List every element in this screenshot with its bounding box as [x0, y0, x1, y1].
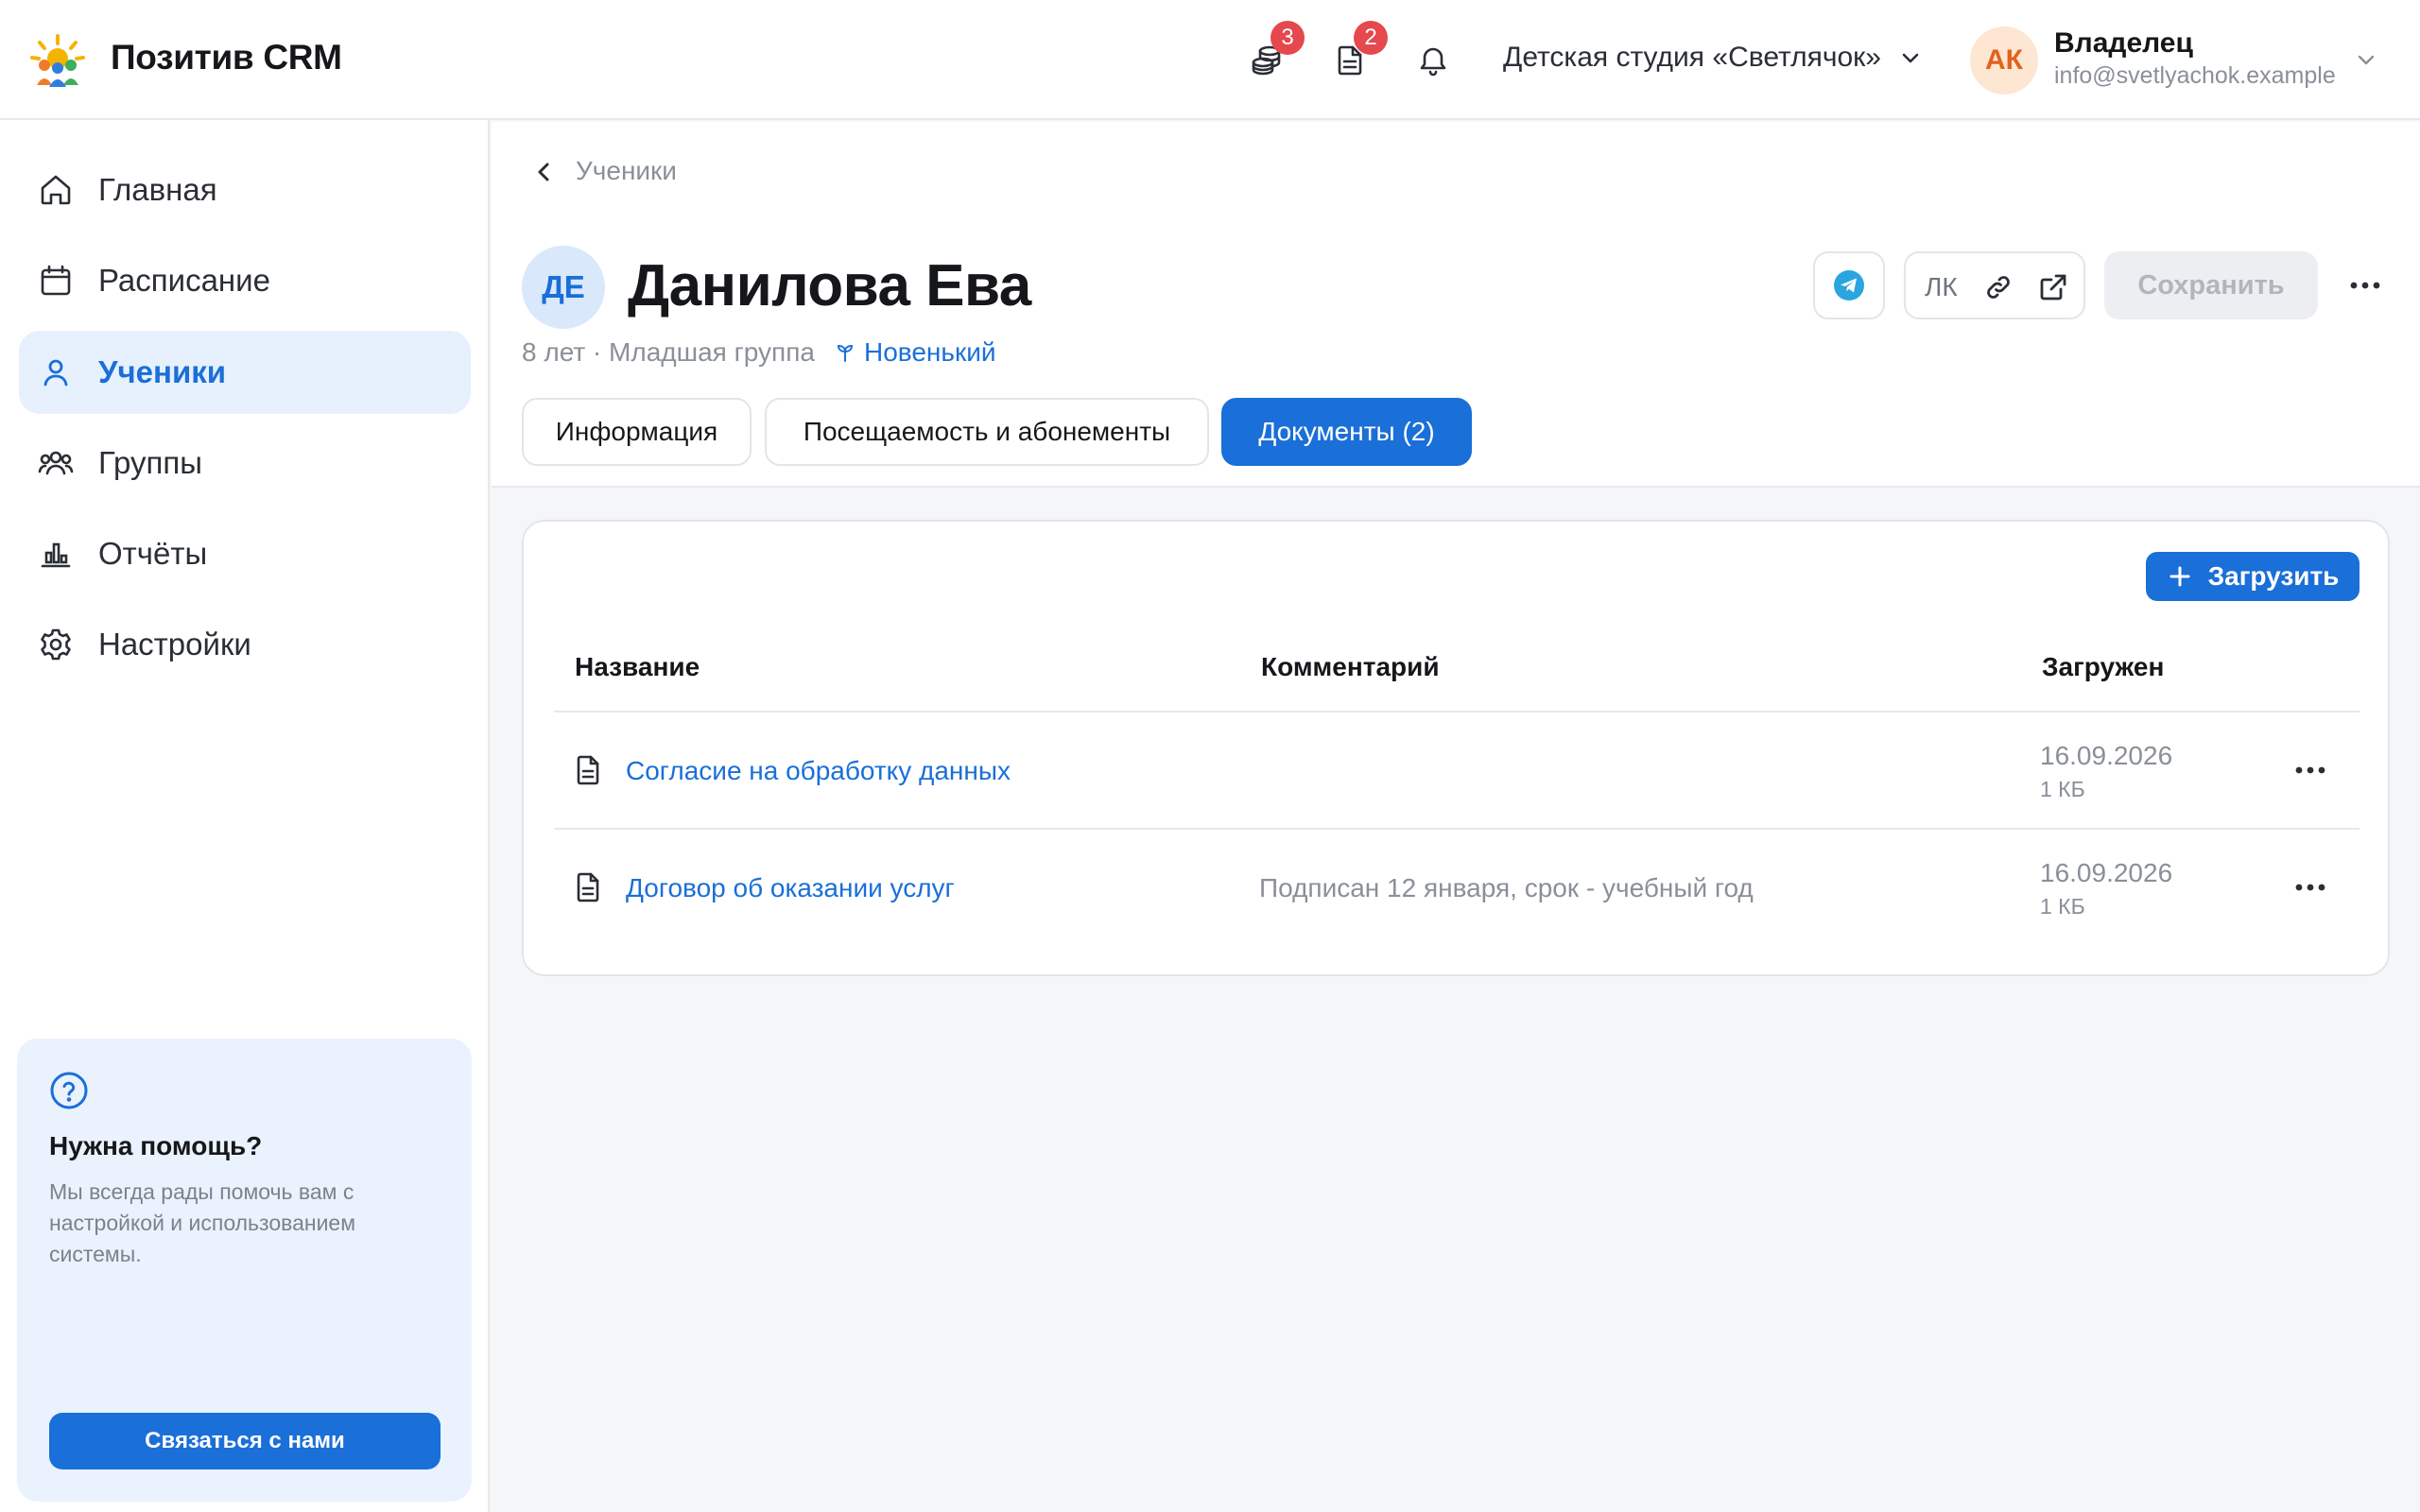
status-badge: Новенький	[836, 337, 996, 368]
user-menu-chevron-icon[interactable]	[2354, 47, 2378, 72]
sidebar-item-label: Главная	[98, 172, 217, 207]
link-icon[interactable]	[1983, 272, 2014, 302]
payments-badge: 3	[1270, 21, 1305, 55]
student-avatar: ДЕ	[522, 246, 605, 329]
breadcrumb[interactable]: Ученики	[576, 156, 677, 186]
student-name: Данилова Ева	[628, 253, 1031, 318]
student-age-group: 8 лет · Младшая группа	[522, 337, 815, 367]
notifications-button[interactable]	[1412, 40, 1454, 81]
user-email: info@svetlyachok.example	[2054, 62, 2336, 89]
document-date: 16.09.2026	[2040, 741, 2173, 770]
sidebar-item-label: Расписание	[98, 263, 270, 298]
column-header-uploaded: Загружен	[2042, 652, 2165, 681]
user-avatar[interactable]: АК	[1970, 26, 2038, 94]
upload-label: Загрузить	[2207, 561, 2340, 591]
sidebar-item-label: Настройки	[98, 627, 251, 662]
row-more-icon[interactable]	[2291, 873, 2329, 902]
file-icon	[577, 755, 599, 785]
document-link[interactable]: Договор об оказании услуг	[626, 873, 955, 903]
student-meta: 8 лет · Младшая группа Новенький	[522, 337, 995, 368]
sidebar-item-schedule[interactable]: Расписание	[19, 239, 471, 322]
help-title: Нужна помощь?	[49, 1131, 263, 1160]
plus-icon	[2169, 566, 2190, 587]
payments-button[interactable]: 3	[1246, 21, 1305, 81]
contact-us-button[interactable]: Связаться с нами	[49, 1413, 441, 1469]
sidebar-item-groups[interactable]: Группы	[19, 421, 471, 505]
upload-button[interactable]: Загрузить	[2146, 552, 2360, 601]
document-link[interactable]: Согласие на обработку данных	[626, 756, 1011, 786]
document-comment: Подписан 12 января, срок - учебный год	[1259, 873, 1754, 902]
file-icon	[577, 872, 599, 902]
tab-documents[interactable]: Документы (2)	[1221, 398, 1472, 466]
tab-information[interactable]: Информация	[522, 398, 752, 466]
sidebar-item-reports[interactable]: Отчёты	[19, 512, 471, 595]
help-card: Нужна помощь? Мы всегда рады помочь вам …	[17, 1039, 472, 1502]
app-name: Позитив CRM	[111, 38, 342, 77]
chart-icon	[41, 542, 71, 568]
calendar-icon	[41, 265, 71, 296]
table-row: Согласие на обработку данных 16.09.2026 …	[554, 711, 2360, 828]
table-row: Договор об оказании услуг Подписан 12 ян…	[554, 828, 2360, 945]
more-icon[interactable]	[2346, 269, 2384, 301]
help-circle-icon	[50, 1072, 88, 1109]
column-header-name: Название	[575, 652, 700, 681]
sidebar: Главная Расписание Ученики Группы Отчёты…	[0, 120, 490, 1512]
organization-name: Детская студия «Светлячок»	[1503, 42, 1881, 73]
documents-button[interactable]: 2	[1329, 21, 1388, 81]
sidebar-item-label: Группы	[98, 445, 202, 480]
gear-icon	[41, 628, 71, 661]
row-more-icon[interactable]	[2291, 756, 2329, 784]
user-icon	[43, 359, 68, 387]
home-icon	[41, 175, 71, 205]
chevron-down-icon	[1902, 53, 1919, 63]
sidebar-item-settings[interactable]: Настройки	[19, 603, 471, 686]
user-role: Владелец	[2054, 27, 2193, 59]
logo-icon	[30, 34, 85, 87]
top-bar: Позитив CRM 3 2 Детская студия «Светлячо…	[0, 0, 2420, 120]
sidebar-item-home[interactable]: Главная	[19, 148, 471, 232]
back-icon[interactable]	[529, 158, 558, 186]
telegram-button[interactable]	[1813, 251, 1885, 319]
sidebar-item-label: Отчёты	[98, 536, 208, 571]
personal-account-label: ЛК	[1925, 272, 1958, 301]
save-button[interactable]: Сохранить	[2104, 251, 2318, 319]
document-size: 1 КБ	[2040, 777, 2085, 801]
documents-badge: 2	[1354, 21, 1388, 55]
organization-select[interactable]: Детская студия «Светлячок»	[1503, 42, 1923, 74]
sprout-icon	[837, 344, 853, 362]
external-link-icon[interactable]	[2038, 272, 2068, 302]
student-header: Ученики ДЕ Данилова Ева 8 лет · Младшая …	[492, 122, 2420, 488]
column-header-comment: Комментарий	[1261, 652, 1440, 681]
help-text: Мы всегда рады помочь вам с настройкой и…	[49, 1179, 356, 1266]
sidebar-item-students[interactable]: Ученики	[19, 331, 471, 414]
sidebar-item-label: Ученики	[98, 354, 227, 389]
personal-account-group: ЛК	[1904, 251, 2085, 319]
document-date: 16.09.2026	[2040, 858, 2173, 887]
bell-icon	[1420, 47, 1446, 77]
documents-card: Загрузить Название Комментарий Загружен …	[522, 520, 2390, 976]
status-label: Новенький	[863, 337, 996, 367]
document-size: 1 КБ	[2040, 894, 2085, 919]
users-icon	[38, 451, 74, 475]
tab-attendance[interactable]: Посещаемость и абонементы	[765, 398, 1209, 466]
telegram-icon	[1834, 270, 1864, 301]
